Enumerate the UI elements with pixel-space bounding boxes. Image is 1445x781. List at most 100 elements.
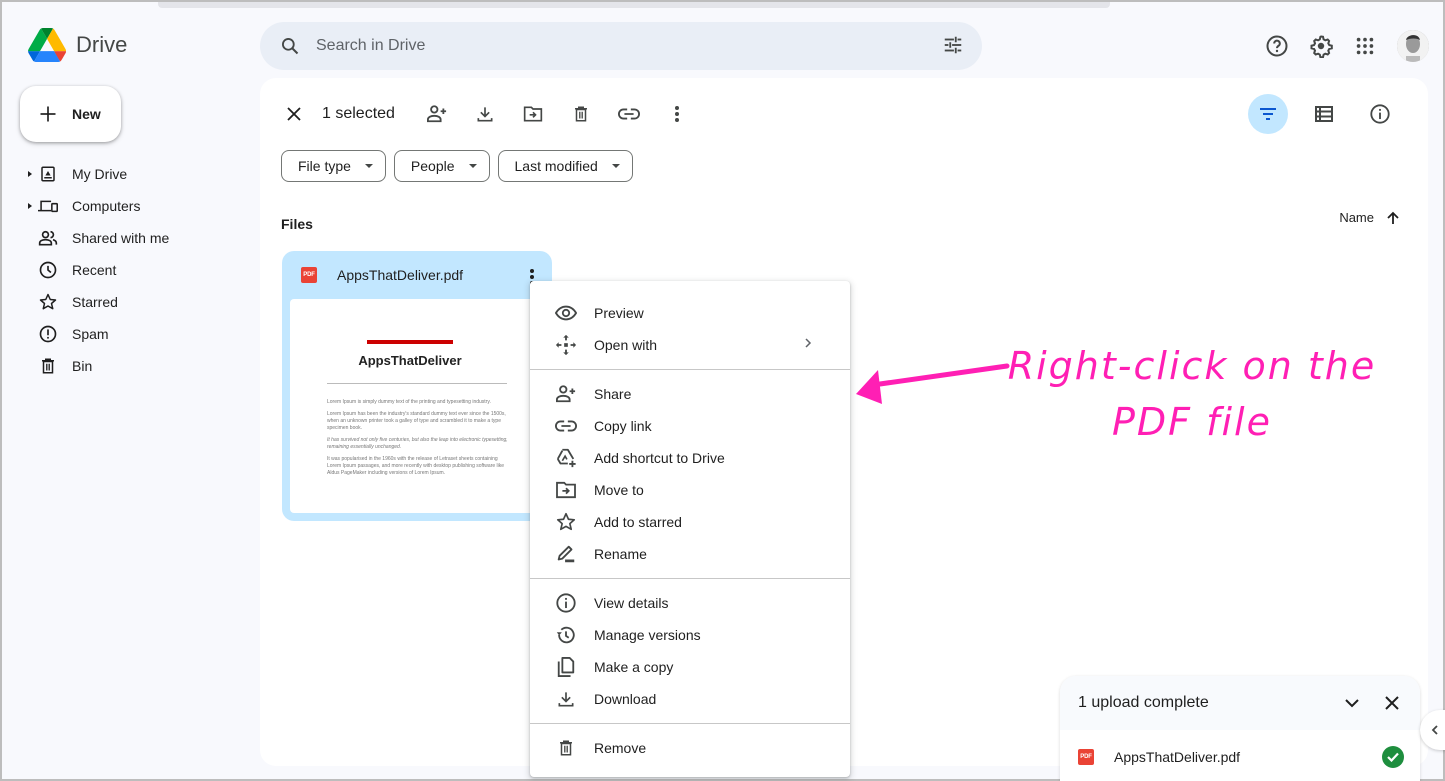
computers-icon — [38, 196, 58, 216]
star-icon — [554, 510, 578, 534]
view-controls — [1248, 94, 1392, 134]
plus-icon — [40, 106, 56, 122]
upload-panel-header: 1 upload complete — [1060, 676, 1420, 730]
pdf-file-icon: PDF — [301, 267, 317, 283]
menu-item-rename[interactable]: Rename — [530, 538, 850, 570]
sidebar-item-bin[interactable]: Bin — [26, 350, 256, 382]
menu-divider — [530, 578, 850, 579]
move-folder-icon — [554, 478, 578, 502]
filter-last-modified[interactable]: Last modified — [497, 150, 633, 182]
sidebar-item-recent[interactable]: Recent — [26, 254, 256, 286]
dropdown-arrow-icon — [468, 164, 477, 168]
expand-caret-icon[interactable] — [28, 203, 32, 209]
section-title: Files — [281, 216, 313, 232]
account-avatar[interactable] — [1397, 30, 1429, 62]
thumbnail-body: Lorem Ipsum is simply dummy text of the … — [327, 399, 508, 476]
check-circle-icon — [1382, 746, 1404, 768]
drive-logo[interactable]: Drive — [28, 28, 127, 62]
thumbnail-red-bar — [367, 340, 453, 344]
sidebar-item-starred[interactable]: Starred — [26, 286, 256, 318]
apps-grid-icon[interactable] — [1353, 34, 1377, 58]
settings-icon[interactable] — [1309, 34, 1333, 58]
new-button[interactable]: New — [20, 86, 121, 142]
upload-title: 1 upload complete — [1078, 694, 1209, 711]
chevron-left-icon — [1431, 725, 1438, 735]
upload-file-name: AppsThatDeliver.pdf — [1114, 749, 1241, 765]
search-bar[interactable] — [260, 22, 982, 70]
menu-divider — [530, 369, 850, 370]
context-menu: Preview Open with Share Copy link Add sh… — [530, 281, 850, 777]
spam-icon — [38, 324, 58, 344]
dropdown-arrow-icon — [364, 164, 373, 168]
filter-people[interactable]: People — [393, 150, 490, 182]
sidebar-item-spam[interactable]: Spam — [26, 318, 256, 350]
open-with-icon — [554, 333, 578, 357]
sidebar-item-my-drive[interactable]: My Drive — [26, 158, 256, 190]
menu-item-remove[interactable]: Remove — [530, 732, 850, 764]
share-icon[interactable] — [425, 102, 449, 126]
menu-divider — [530, 723, 850, 724]
filter-file-type[interactable]: File type — [281, 150, 386, 182]
submenu-chevron-icon — [804, 336, 812, 354]
menu-item-view-details[interactable]: View details — [530, 587, 850, 619]
sidebar-nav: My Drive Computers Shared with me Recent… — [26, 158, 256, 382]
search-input[interactable] — [316, 37, 916, 55]
selection-toolbar: 1 selected — [282, 102, 689, 126]
menu-item-add-to-starred[interactable]: Add to starred — [530, 506, 850, 538]
move-to-folder-icon[interactable] — [521, 102, 545, 126]
clock-icon — [38, 260, 58, 280]
dropdown-arrow-icon — [611, 164, 620, 168]
search-icon[interactable] — [278, 34, 302, 58]
download-icon[interactable] — [473, 102, 497, 126]
filter-toggle-icon[interactable] — [1248, 94, 1288, 134]
info-icon — [554, 591, 578, 615]
pdf-file-icon: PDF — [1078, 749, 1094, 765]
header-actions — [1265, 30, 1429, 62]
new-button-label: New — [72, 106, 101, 122]
my-drive-icon — [38, 164, 58, 184]
thumbnail-divider — [327, 383, 507, 384]
drive-logo-icon — [28, 28, 66, 62]
menu-item-download[interactable]: Download — [530, 683, 850, 715]
upload-status-panel: 1 upload complete PDF AppsThatDeliver.pd… — [1060, 676, 1420, 781]
copy-icon — [554, 655, 578, 679]
annotation-text: Right-click on the PDF file — [1007, 344, 1377, 444]
filter-chips: File type People Last modified — [281, 150, 633, 182]
shared-icon — [38, 228, 58, 248]
file-card[interactable]: PDF AppsThatDeliver.pdf AppsThatDeliver … — [282, 251, 552, 521]
menu-item-add-shortcut[interactable]: Add shortcut to Drive — [530, 442, 850, 474]
menu-item-share[interactable]: Share — [530, 378, 850, 410]
menu-item-preview[interactable]: Preview — [530, 297, 850, 329]
sort-control[interactable]: Name — [1339, 210, 1400, 225]
sidebar-item-shared-with-me[interactable]: Shared with me — [26, 222, 256, 254]
menu-item-make-a-copy[interactable]: Make a copy — [530, 651, 850, 683]
collapse-chevron-icon[interactable] — [1340, 691, 1364, 715]
delete-icon[interactable] — [569, 102, 593, 126]
menu-item-manage-versions[interactable]: Manage versions — [530, 619, 850, 651]
upload-item[interactable]: PDF AppsThatDeliver.pdf — [1060, 730, 1420, 781]
add-shortcut-icon — [554, 446, 578, 470]
expand-caret-icon[interactable] — [28, 171, 32, 177]
menu-item-move-to[interactable]: Move to — [530, 474, 850, 506]
list-view-icon[interactable] — [1312, 102, 1336, 126]
sort-label: Name — [1339, 210, 1374, 225]
menu-item-open-with[interactable]: Open with — [530, 329, 850, 361]
file-name: AppsThatDeliver.pdf — [337, 267, 464, 283]
app-name: Drive — [76, 32, 128, 57]
link-icon — [554, 414, 578, 438]
info-icon[interactable] — [1368, 102, 1392, 126]
copy-link-icon[interactable] — [617, 102, 641, 126]
search-options-icon[interactable] — [942, 34, 964, 61]
clear-selection-icon[interactable] — [282, 102, 306, 126]
trash-icon — [38, 356, 58, 376]
help-icon[interactable] — [1265, 34, 1289, 58]
arrow-up-icon — [1387, 211, 1399, 224]
share-person-icon — [554, 382, 578, 406]
sidebar-item-computers[interactable]: Computers — [26, 190, 256, 222]
more-actions-icon[interactable] — [665, 102, 689, 126]
menu-item-copy-link[interactable]: Copy link — [530, 410, 850, 442]
annotation-arrow-icon — [856, 363, 1010, 404]
rename-pencil-icon — [554, 542, 578, 566]
selection-count: 1 selected — [322, 105, 395, 122]
close-icon[interactable] — [1380, 691, 1404, 715]
